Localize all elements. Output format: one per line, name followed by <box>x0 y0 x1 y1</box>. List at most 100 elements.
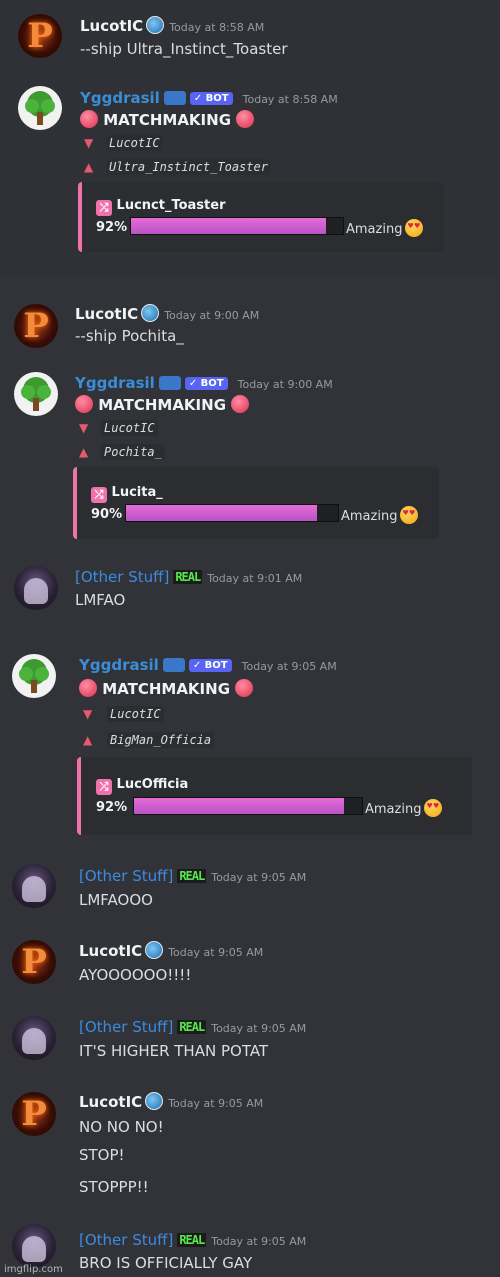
match-embed: ⤮ LucOfficia 92% Amazing <box>77 757 472 835</box>
timestamp: Today at 8:58 AM <box>169 21 265 34</box>
bot-badge: ✓ BOT <box>189 92 233 105</box>
embed-title: ⤮ LucOfficia <box>96 777 188 795</box>
avatar-yggdrasil[interactable] <box>14 372 58 416</box>
heart-icon <box>79 679 97 697</box>
shuffle-icon: ⤮ <box>96 779 112 795</box>
message-header: Yggdrasil ✓ BOT Today at 9:05 AM <box>79 655 337 674</box>
avatar-lucotic[interactable]: P <box>12 940 56 984</box>
avatar-yggdrasil[interactable] <box>18 86 62 130</box>
message-header: LucotIC Today at 8:58 AM <box>80 16 264 35</box>
heart-icon <box>235 679 254 697</box>
message-header: [Other Stuff] REAL Today at 9:05 AM <box>79 866 306 885</box>
match-bar <box>133 797 363 815</box>
user2-code: Pochita_ <box>101 444 165 460</box>
avatar-other-stuff[interactable] <box>12 1224 56 1268</box>
username[interactable]: [Other Stuff] <box>79 1231 173 1249</box>
message-header: LucotIC Today at 9:00 AM <box>75 304 259 323</box>
message-header: [Other Stuff] REAL Today at 9:05 AM <box>79 1017 306 1036</box>
avatar-letter: P <box>21 1094 47 1134</box>
bot-badge: ✓ BOT <box>184 377 228 390</box>
shuffle-icon: ⤮ <box>96 200 112 216</box>
heading-text: MATCHMAKING <box>102 680 231 698</box>
username[interactable]: Yggdrasil <box>79 656 159 674</box>
up-arrow-icon: ▲ <box>79 445 89 459</box>
user1-code: LucotIC <box>106 135 163 151</box>
timestamp: Today at 9:05 AM <box>241 660 337 673</box>
tree-icon <box>25 91 55 125</box>
message-text: LMFAO <box>75 591 126 609</box>
message-text: --ship Pochita_ <box>75 327 184 345</box>
avatar-lucotic[interactable]: P <box>12 1092 56 1136</box>
message-text: LMFAOOO <box>79 891 153 909</box>
message-text: BRO IS OFFICIALLY GAY <box>79 1254 253 1272</box>
match-bar <box>130 217 344 235</box>
match-percent: 92% <box>96 220 128 235</box>
user1-code: LucotIC <box>101 420 158 436</box>
globe-icon <box>145 941 164 959</box>
match-bar-fill <box>131 218 327 234</box>
up-arrow-icon: ▲ <box>84 160 94 174</box>
globe-icon <box>145 1092 164 1110</box>
ghost-icon <box>22 1236 46 1262</box>
bot-badge: ✓ BOT <box>188 659 232 672</box>
avatar-yggdrasil[interactable] <box>12 654 56 698</box>
user2-code: BigMan_Officia <box>107 732 215 748</box>
down-arrow-icon: ▼ <box>79 421 89 435</box>
heart-icon <box>75 395 93 413</box>
role-icon <box>163 91 186 105</box>
user1-code: LucotIC <box>107 706 164 722</box>
real-tag: REAL <box>173 570 203 584</box>
timestamp: Today at 8:58 AM <box>242 93 338 106</box>
screenshot-2: P LucotIC Today at 9:00 AM --ship Pochita… <box>0 278 500 628</box>
username[interactable]: LucotIC <box>79 942 142 960</box>
message-header: Yggdrasil ✓ BOT Today at 9:00 AM <box>75 373 333 392</box>
screenshot-1: P LucotIC Today at 8:58 AM --ship Ultra_I… <box>0 0 500 278</box>
watermark: imgflip.com <box>4 1264 63 1275</box>
down-arrow-icon: ▼ <box>83 707 93 721</box>
match-verdict: Amazing <box>346 219 424 237</box>
username[interactable]: Yggdrasil <box>75 374 155 392</box>
message-text: AYOOOOOO!!!! <box>79 966 192 984</box>
message-text: NO NO NO! <box>79 1118 164 1136</box>
username[interactable]: LucotIC <box>80 17 143 35</box>
username[interactable]: Yggdrasil <box>80 89 160 107</box>
avatar-letter: P <box>27 16 53 56</box>
avatar-other-stuff[interactable] <box>12 864 56 908</box>
match-embed: ⤮ Lucnct_Toaster 92% Amazing <box>78 182 444 252</box>
tree-icon <box>19 659 49 693</box>
embed-title: ⤮ Lucnct_Toaster <box>96 198 225 216</box>
match-embed: ⤮ Lucita_ 90% Amazing <box>73 467 439 539</box>
match-percent: 92% <box>96 800 128 815</box>
user2-code: Ultra_Instinct_Toaster <box>106 159 271 175</box>
heading-text: MATCHMAKING <box>98 396 227 414</box>
timestamp: Today at 9:00 AM <box>164 309 260 322</box>
avatar-letter: P <box>23 306 49 346</box>
message-header: [Other Stuff] REAL Today at 9:05 AM <box>79 1230 306 1249</box>
username[interactable]: LucotIC <box>75 305 138 323</box>
timestamp: Today at 9:01 AM <box>207 572 303 585</box>
avatar-other-stuff[interactable] <box>14 566 58 610</box>
shuffle-icon: ⤮ <box>91 487 107 503</box>
ghost-icon <box>24 578 48 604</box>
username[interactable]: [Other Stuff] <box>79 1018 173 1036</box>
timestamp: Today at 9:05 AM <box>211 1235 307 1248</box>
match-bar-fill <box>126 505 317 521</box>
matchmaking-heading: MATCHMAKING <box>79 679 254 698</box>
ghost-icon <box>22 876 46 902</box>
heart-icon <box>231 395 250 413</box>
avatar-other-stuff[interactable] <box>12 1016 56 1060</box>
username[interactable]: [Other Stuff] <box>75 568 169 586</box>
message-text: STOP! <box>79 1146 125 1164</box>
avatar-letter: P <box>21 942 47 982</box>
avatar-lucotic[interactable]: P <box>18 14 62 58</box>
up-arrow-icon: ▲ <box>83 733 93 747</box>
embed-title: ⤮ Lucita_ <box>91 485 163 503</box>
username[interactable]: LucotIC <box>79 1093 142 1111</box>
match-bar <box>125 504 339 522</box>
globe-icon <box>141 304 160 322</box>
username[interactable]: [Other Stuff] <box>79 867 173 885</box>
timestamp: Today at 9:00 AM <box>237 378 333 391</box>
avatar-lucotic[interactable]: P <box>14 304 58 348</box>
match-verdict: Amazing <box>341 506 419 524</box>
heart-icon <box>80 110 98 128</box>
